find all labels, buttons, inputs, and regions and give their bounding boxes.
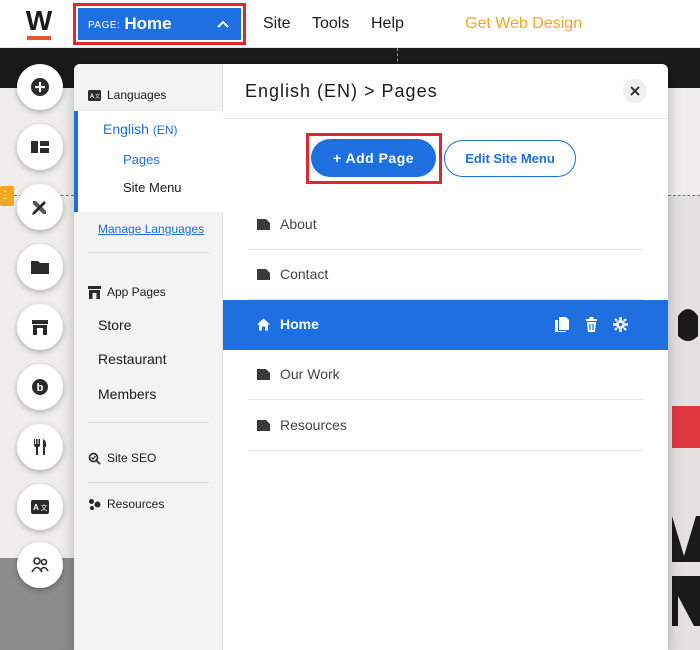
logo-letter: W xyxy=(25,5,53,36)
close-button[interactable] xyxy=(623,79,647,103)
page-row-label: About xyxy=(280,216,317,232)
page-row-label: Contact xyxy=(280,266,329,282)
gear-icon[interactable] xyxy=(613,317,628,332)
languages-section-header: A文 Languages xyxy=(88,88,166,102)
svg-text:文: 文 xyxy=(95,93,100,100)
site-preview-decoration xyxy=(668,196,700,650)
design-button[interactable] xyxy=(17,184,63,230)
add-page-button[interactable]: + Add Page xyxy=(311,139,436,177)
seo-search-icon xyxy=(88,452,101,465)
language-english[interactable]: English (EN) xyxy=(103,121,177,137)
grip-handle-icon[interactable]: ⋮⋮ xyxy=(0,186,20,206)
close-icon xyxy=(630,86,640,96)
panel-sidebar: A文 Languages English (EN) Pages Site Men… xyxy=(74,64,223,650)
folder-icon xyxy=(31,261,49,274)
row-divider xyxy=(248,450,643,451)
members-button[interactable] xyxy=(17,542,63,588)
get-web-design-link[interactable]: Get Web Design xyxy=(465,15,582,33)
pages-panel: A文 Languages English (EN) Pages Site Men… xyxy=(74,64,668,650)
home-icon xyxy=(257,318,270,331)
duplicate-page-icon[interactable] xyxy=(554,317,569,332)
logo[interactable]: W xyxy=(24,5,54,40)
translate-icon: A文 xyxy=(31,500,49,514)
svg-text:A: A xyxy=(33,503,39,512)
sidebar-item-site-menu[interactable]: Site Menu xyxy=(123,180,182,195)
page-selector-name: Home xyxy=(124,14,172,33)
page-selector-highlight: PAGE: Home xyxy=(73,3,246,45)
page-icon xyxy=(257,420,270,431)
layout-icon xyxy=(31,141,49,153)
sidebar-divider xyxy=(88,252,209,253)
restaurant-icon xyxy=(34,439,47,455)
svg-text:文: 文 xyxy=(41,503,48,512)
app-market-button[interactable] xyxy=(17,304,63,350)
sidebar-item-store[interactable]: Store xyxy=(98,317,131,333)
language-name: English xyxy=(103,121,149,137)
menu-site[interactable]: Site xyxy=(263,15,291,33)
app-pages-section-header: App Pages xyxy=(88,285,166,299)
design-tools-icon xyxy=(32,201,46,215)
resources-icon xyxy=(89,498,101,510)
add-element-button[interactable] xyxy=(17,64,63,110)
page-row-contact[interactable]: Contact xyxy=(223,250,668,300)
sidebar-item-restaurant[interactable]: Restaurant xyxy=(98,351,166,367)
sidebar-item-members[interactable]: Members xyxy=(98,386,156,402)
page-icon xyxy=(257,269,270,280)
languages-header-label: Languages xyxy=(107,88,167,102)
sections-button[interactable] xyxy=(17,124,63,170)
app-store-icon xyxy=(32,320,48,335)
menu-help[interactable]: Help xyxy=(371,15,404,33)
section-guide-line xyxy=(668,195,700,196)
svg-text:b: b xyxy=(37,382,44,394)
app-pages-header-label: App Pages xyxy=(107,285,166,299)
row-divider xyxy=(248,399,643,400)
page-selector-prefix: PAGE: xyxy=(88,19,121,31)
logo-underline xyxy=(27,36,51,40)
page-icon xyxy=(257,219,270,230)
pages-content: English (EN) > Pages + Add Page Edit Sit… xyxy=(223,64,668,650)
page-row-label: Our Work xyxy=(280,366,340,382)
media-button[interactable] xyxy=(17,244,63,290)
blog-button[interactable]: b xyxy=(17,364,63,410)
language-code: (EN) xyxy=(152,123,178,137)
restaurant-button[interactable] xyxy=(17,424,63,470)
menu-tools[interactable]: Tools xyxy=(312,15,349,33)
chevron-up-icon xyxy=(217,17,229,32)
page-title: English (EN) > Pages xyxy=(245,81,438,101)
title-divider xyxy=(223,118,668,119)
page-row-about[interactable]: About xyxy=(223,200,668,250)
page-selector[interactable]: PAGE: Home xyxy=(78,8,241,40)
site-seo-section[interactable]: Site SEO xyxy=(88,451,156,465)
resources-label: Resources xyxy=(107,497,165,511)
page-row-label: Resources xyxy=(280,417,347,433)
translate-icon: A文 xyxy=(88,89,101,101)
delete-page-icon[interactable] xyxy=(584,317,599,332)
site-preview-right-edge xyxy=(668,196,700,650)
multilingual-button[interactable]: A文 xyxy=(17,484,63,530)
page-row-our-work[interactable]: Our Work xyxy=(223,350,668,400)
sidebar-divider xyxy=(88,422,209,423)
plus-circle-icon xyxy=(31,78,49,96)
page-row-resources[interactable]: Resources xyxy=(223,401,668,451)
page-row-home[interactable]: Home xyxy=(223,300,668,350)
manage-languages-link[interactable]: Manage Languages xyxy=(98,222,204,236)
page-icon xyxy=(257,369,270,380)
resources-section[interactable]: Resources xyxy=(88,497,164,511)
members-icon xyxy=(31,557,49,573)
sidebar-item-pages[interactable]: Pages xyxy=(123,152,160,167)
app-store-icon xyxy=(88,285,101,299)
page-row-label: Home xyxy=(280,316,319,332)
site-seo-label: Site SEO xyxy=(107,451,157,465)
edit-site-menu-button[interactable]: Edit Site Menu xyxy=(444,140,576,177)
blog-icon: b xyxy=(32,379,48,395)
sidebar-divider xyxy=(88,482,209,483)
top-bar: W PAGE: Home Site Tools Help Get Web Des… xyxy=(0,0,700,48)
